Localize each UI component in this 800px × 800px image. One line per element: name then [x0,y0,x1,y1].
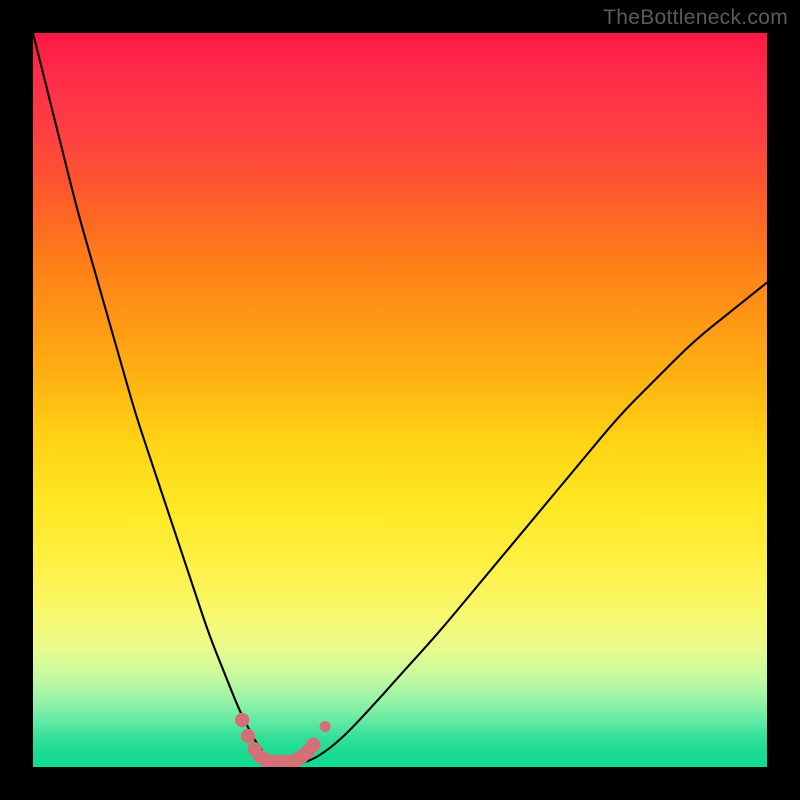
plot-area [33,33,767,767]
watermark-text: TheBottleneck.com [603,6,788,30]
marker-point [235,713,249,727]
plot-svg [33,33,767,767]
marker-point [306,738,320,752]
chart-frame: TheBottleneck.com [0,0,800,800]
curve-line [33,33,767,765]
marker-point [241,729,255,743]
marker-cluster [235,713,331,767]
marker-point [320,721,331,732]
